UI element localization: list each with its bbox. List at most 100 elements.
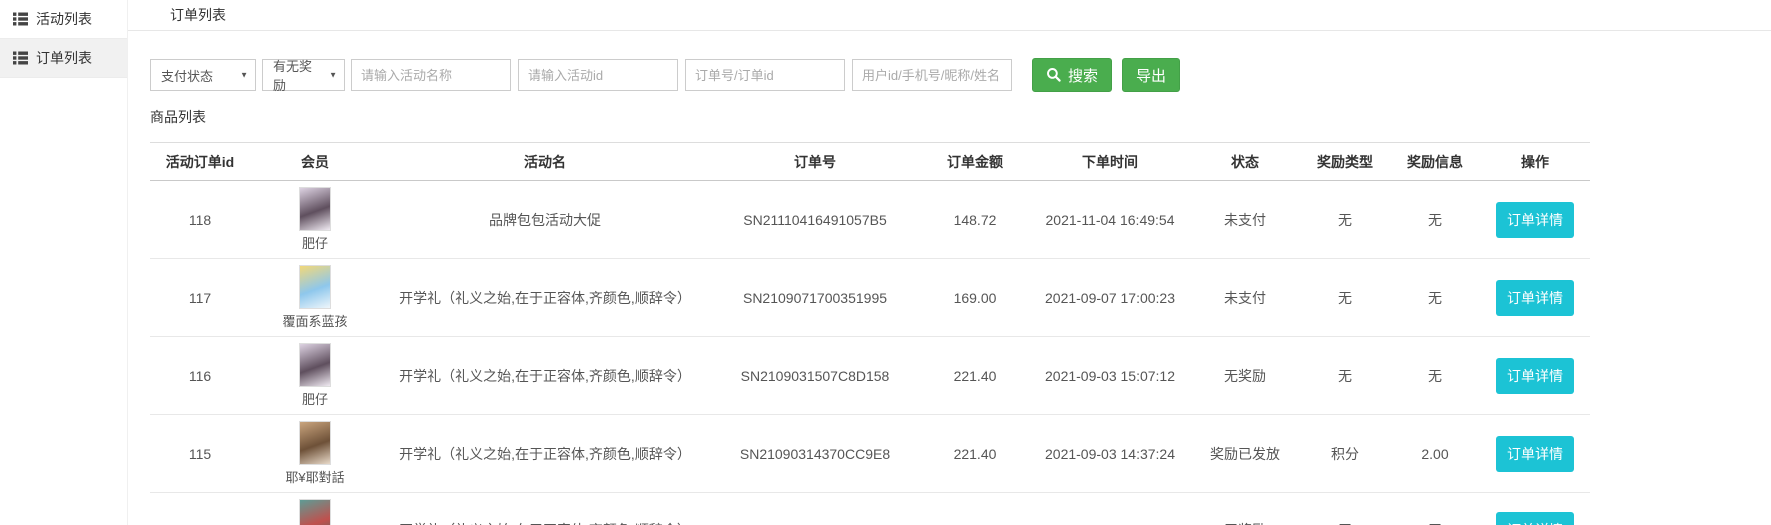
search-button[interactable]: 搜索 — [1032, 58, 1112, 92]
member-avatar — [299, 343, 331, 387]
export-button-label: 导出 — [1136, 65, 1166, 86]
member-name: 肥仔 — [302, 389, 328, 408]
order-detail-button[interactable]: 订单详情 — [1496, 436, 1574, 472]
member-avatar — [299, 187, 331, 231]
chevron-down-icon: ▼ — [329, 71, 337, 80]
table-row: 116 肥仔 开学礼（礼义之始,在于正容体,齐颜色,顺辞令） SN2109031… — [150, 337, 1590, 415]
order-no-input[interactable] — [685, 59, 845, 91]
activity-name-cell: 开学礼（礼义之始,在于正容体,齐颜色,顺辞令） — [380, 493, 710, 525]
order-no-cell: SN21090314370CC9E8 — [710, 415, 920, 493]
col-reward-type: 奖励类型 — [1300, 143, 1390, 181]
reward-select[interactable]: 有无奖励 ▼ — [262, 59, 345, 91]
amount-cell: 221.40 — [920, 415, 1030, 493]
pay-status-select[interactable]: 支付状态 ▼ — [150, 59, 256, 91]
tab-bar: 订单列表 — [128, 0, 1771, 31]
col-time: 下单时间 — [1030, 143, 1190, 181]
order-no-cell: SN2109071700351995 — [710, 259, 920, 337]
col-status: 状态 — [1190, 143, 1300, 181]
orders-table: 活动订单id 会员 活动名 订单号 订单金额 下单时间 状态 奖励类型 奖励信息… — [150, 142, 1590, 525]
reward-info-cell: 无 — [1390, 181, 1480, 259]
list-icon — [13, 51, 28, 65]
reward-select-value: 有无奖励 — [273, 56, 324, 94]
reward-info-cell: 无 — [1390, 337, 1480, 415]
status-cell: 无奖励 — [1190, 493, 1300, 525]
content-area: 支付状态 ▼ 有无奖励 ▼ — [128, 58, 1771, 525]
filter-bar: 支付状态 ▼ 有无奖励 ▼ — [150, 58, 1771, 92]
amount-cell: 5.00 — [920, 493, 1030, 525]
sidebar-item-activity-list[interactable]: 活动列表 — [0, 0, 127, 39]
order-id-cell: 114 — [150, 493, 250, 525]
export-button[interactable]: 导出 — [1122, 58, 1180, 92]
member-avatar — [299, 265, 331, 309]
sidebar-item-label: 活动列表 — [36, 9, 92, 29]
order-id-cell: 117 — [150, 259, 250, 337]
order-no-cell: SN21061722014B392C — [710, 493, 920, 525]
action-cell: 订单详情 — [1480, 415, 1590, 493]
status-cell: 无奖励 — [1190, 337, 1300, 415]
table-row: 118 肥仔 品牌包包活动大促 SN21110416491057B5 148.7… — [150, 181, 1590, 259]
status-cell: 奖励已发放 — [1190, 415, 1300, 493]
search-button-label: 搜索 — [1068, 65, 1098, 86]
member-avatar — [299, 421, 331, 465]
action-cell: 订单详情 — [1480, 259, 1590, 337]
list-icon — [13, 12, 28, 26]
table-header-row: 活动订单id 会员 活动名 订单号 订单金额 下单时间 状态 奖励类型 奖励信息… — [150, 143, 1590, 181]
tab-order-list[interactable]: 订单列表 — [128, 0, 246, 31]
action-cell: 订单详情 — [1480, 493, 1590, 525]
activity-name-cell: 开学礼（礼义之始,在于正容体,齐颜色,顺辞令） — [380, 337, 710, 415]
table-row: 115 耶¥耶對話 开学礼（礼义之始,在于正容体,齐颜色,顺辞令） SN2109… — [150, 415, 1590, 493]
order-detail-button[interactable]: 订单详情 — [1496, 358, 1574, 394]
user-search-input[interactable] — [852, 59, 1012, 91]
col-actions: 操作 — [1480, 143, 1590, 181]
member-cell: 肥仔 — [250, 337, 380, 415]
chevron-down-icon: ▼ — [240, 71, 248, 80]
sidebar: 活动列表 订单列表 — [0, 0, 128, 525]
order-detail-button[interactable]: 订单详情 — [1496, 512, 1574, 525]
member-cell: 耶¥耶對話 — [250, 415, 380, 493]
main-panel: 订单列表 支付状态 ▼ 有无奖励 ▼ — [128, 0, 1771, 525]
col-amount: 订单金额 — [920, 143, 1030, 181]
activity-name-input[interactable] — [351, 59, 511, 91]
member-cell: carrot — [250, 493, 380, 525]
reward-info-cell: 2.00 — [1390, 415, 1480, 493]
order-no-cell: SN21110416491057B5 — [710, 181, 920, 259]
time-cell: 2021-06-18 17:48:55 — [1030, 493, 1190, 525]
sidebar-item-label: 订单列表 — [36, 48, 92, 68]
order-detail-button[interactable]: 订单详情 — [1496, 280, 1574, 316]
reward-info-cell: 无 — [1390, 259, 1480, 337]
order-id-cell: 115 — [150, 415, 250, 493]
member-name: 覆面系蓝孩 — [282, 311, 347, 330]
activity-id-input[interactable] — [518, 59, 678, 91]
order-id-cell: 116 — [150, 337, 250, 415]
reward-type-cell: 积分 — [1300, 415, 1390, 493]
member-name: 耶¥耶對話 — [285, 467, 344, 486]
order-detail-button[interactable]: 订单详情 — [1496, 202, 1574, 238]
reward-type-cell: 无 — [1300, 181, 1390, 259]
member-cell: 肥仔 — [250, 181, 380, 259]
time-cell: 2021-09-03 15:07:12 — [1030, 337, 1190, 415]
status-cell: 未支付 — [1190, 181, 1300, 259]
col-reward-info: 奖励信息 — [1390, 143, 1480, 181]
member-cell: 覆面系蓝孩 — [250, 259, 380, 337]
time-cell: 2021-11-04 16:49:54 — [1030, 181, 1190, 259]
col-member: 会员 — [250, 143, 380, 181]
amount-cell: 148.72 — [920, 181, 1030, 259]
col-order-id: 活动订单id — [150, 143, 250, 181]
app-window: 活动列表 订单列表 订单列表 支付状态 ▼ — [0, 0, 1771, 525]
amount-cell: 169.00 — [920, 259, 1030, 337]
activity-name-cell: 品牌包包活动大促 — [380, 181, 710, 259]
search-icon — [1046, 67, 1062, 83]
section-subtitle: 商品列表 — [150, 107, 1771, 127]
orders-table-wrap: 活动订单id 会员 活动名 订单号 订单金额 下单时间 状态 奖励类型 奖励信息… — [150, 142, 1771, 525]
activity-name-cell: 开学礼（礼义之始,在于正容体,齐颜色,顺辞令） — [380, 259, 710, 337]
activity-name-cell: 开学礼（礼义之始,在于正容体,齐颜色,顺辞令） — [380, 415, 710, 493]
order-no-cell: SN2109031507C8D158 — [710, 337, 920, 415]
action-cell: 订单详情 — [1480, 337, 1590, 415]
col-activity: 活动名 — [380, 143, 710, 181]
time-cell: 2021-09-07 17:00:23 — [1030, 259, 1190, 337]
sidebar-item-order-list[interactable]: 订单列表 — [0, 39, 127, 78]
order-id-cell: 118 — [150, 181, 250, 259]
amount-cell: 221.40 — [920, 337, 1030, 415]
action-cell: 订单详情 — [1480, 181, 1590, 259]
reward-info-cell: 无 — [1390, 493, 1480, 525]
